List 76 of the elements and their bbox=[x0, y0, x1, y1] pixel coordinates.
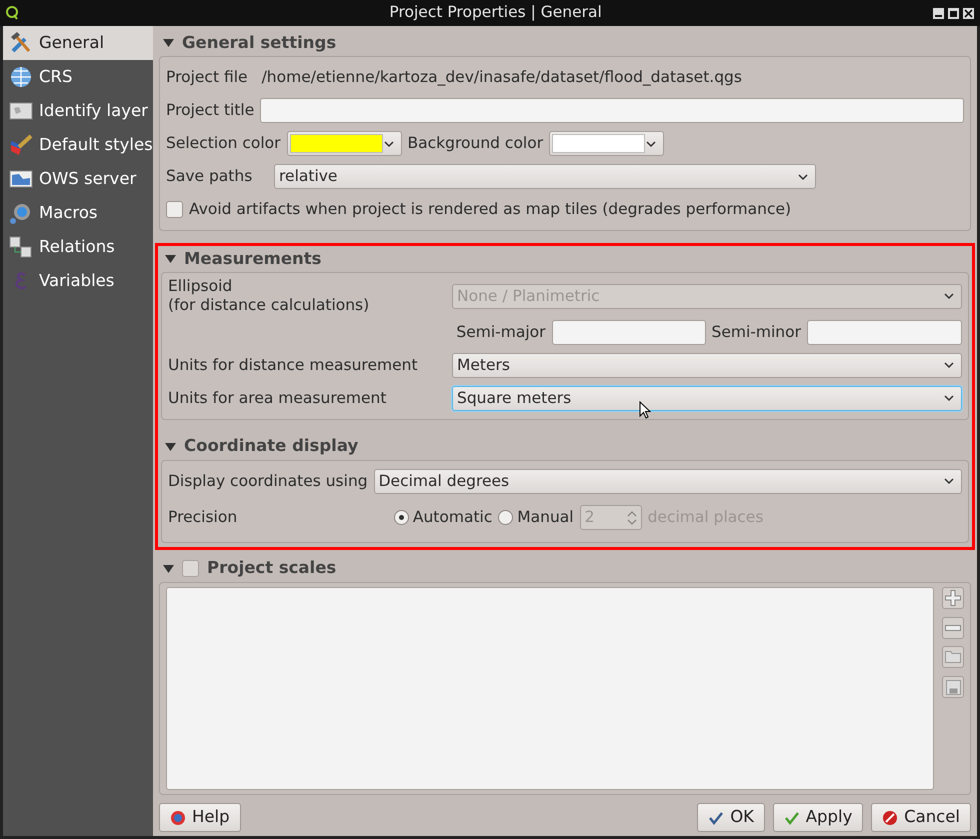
sidebar-item[interactable]: Variables bbox=[3, 264, 153, 298]
text-field[interactable] bbox=[552, 320, 706, 345]
app-logo-icon bbox=[6, 6, 18, 20]
radio-button[interactable]: Automatic bbox=[394, 506, 492, 530]
check-icon bbox=[784, 810, 800, 826]
caret-icon bbox=[645, 138, 658, 148]
add-button[interactable] bbox=[942, 586, 964, 609]
globe-icon bbox=[9, 65, 33, 89]
field-label: Project file bbox=[166, 66, 248, 88]
sidebar-item[interactable]: General bbox=[3, 26, 153, 60]
help-icon bbox=[170, 810, 186, 826]
folder-icon bbox=[945, 651, 961, 664]
field-label: (for distance calculations) bbox=[168, 296, 370, 316]
help-button[interactable]: Help bbox=[159, 803, 241, 832]
sidebar-item[interactable]: Identify layer bbox=[3, 94, 153, 128]
dropdown[interactable]: Meters bbox=[452, 352, 962, 378]
caret-icon bbox=[382, 138, 395, 148]
field-label: Semi-minor bbox=[712, 322, 801, 343]
text-field[interactable] bbox=[260, 98, 964, 123]
close-icon[interactable] bbox=[962, 8, 974, 18]
section-title: General settings bbox=[182, 32, 336, 54]
window-title: Project Properties | General bbox=[388, 2, 602, 24]
save-button[interactable] bbox=[942, 676, 964, 698]
dropdown[interactable]: relative bbox=[274, 164, 816, 189]
ok-button[interactable]: OK bbox=[697, 803, 765, 832]
remove-icon bbox=[945, 624, 961, 630]
sidebar-item[interactable]: Macros bbox=[3, 196, 153, 230]
field-label: Semi-major bbox=[456, 322, 546, 343]
field-label: Background color bbox=[408, 132, 544, 154]
text-field[interactable] bbox=[807, 320, 962, 345]
field-label: Units for area measurement bbox=[168, 388, 388, 409]
collapse-arrow-icon[interactable] bbox=[165, 442, 176, 452]
sidebar-item[interactable]: OWS server bbox=[3, 162, 153, 196]
save-icon bbox=[946, 680, 960, 694]
minimize-icon[interactable] bbox=[933, 8, 944, 18]
folder-button[interactable] bbox=[942, 646, 964, 668]
dropdown[interactable]: Decimal degrees bbox=[374, 468, 962, 494]
tables-icon bbox=[9, 235, 33, 259]
caret-icon bbox=[943, 291, 955, 302]
remove-button[interactable] bbox=[942, 616, 964, 638]
file-path: /home/etienne/kartoza_dev/inasafe/dataset/flood_dataset.qgs bbox=[262, 66, 742, 88]
checkbox-label: Avoid artifacts when project is rendered as map tiles (degrades performance) bbox=[189, 198, 792, 220]
paint-brush-icon bbox=[9, 133, 33, 157]
color-button[interactable] bbox=[286, 131, 402, 156]
cancel-icon bbox=[882, 810, 898, 826]
caret-icon bbox=[943, 393, 955, 404]
field-label: Units for distance measurement bbox=[168, 354, 419, 376]
caret-icon bbox=[943, 476, 955, 486]
caret-icon bbox=[943, 360, 955, 370]
checkbox[interactable] bbox=[182, 560, 199, 578]
sidebar-item[interactable]: Relations bbox=[3, 230, 153, 264]
field-label: Selection color bbox=[166, 132, 281, 154]
sidebar-item[interactable]: CRS bbox=[3, 60, 153, 94]
add-icon bbox=[945, 590, 961, 606]
mouse-pointer-icon bbox=[639, 400, 651, 419]
field-label: Ellipsoid bbox=[168, 277, 234, 296]
section-title: Project scales bbox=[207, 557, 336, 580]
maximize-icon[interactable] bbox=[948, 8, 960, 18]
field-label: Save paths bbox=[166, 166, 254, 187]
tools-icon bbox=[9, 31, 33, 55]
field-label: Precision bbox=[168, 507, 238, 528]
section-title: Measurements bbox=[184, 248, 322, 270]
checkbox[interactable] bbox=[166, 201, 183, 218]
apply-button[interactable]: Apply bbox=[772, 803, 864, 832]
check-icon bbox=[708, 810, 724, 826]
sidebar-item[interactable]: Default styles bbox=[3, 128, 153, 162]
collapse-arrow-icon[interactable] bbox=[165, 254, 176, 264]
cancel-button[interactable]: Cancel bbox=[871, 803, 971, 832]
section-title: Coordinate display bbox=[184, 435, 358, 458]
caret-icon bbox=[797, 172, 809, 182]
radio-button[interactable]: Manual bbox=[498, 506, 574, 530]
field-label: Display coordinates using bbox=[168, 470, 368, 492]
collapse-arrow-icon[interactable] bbox=[163, 38, 174, 48]
field-label: Project title bbox=[166, 100, 254, 121]
collapse-arrow-icon[interactable] bbox=[163, 564, 174, 574]
color-button[interactable] bbox=[549, 131, 664, 156]
